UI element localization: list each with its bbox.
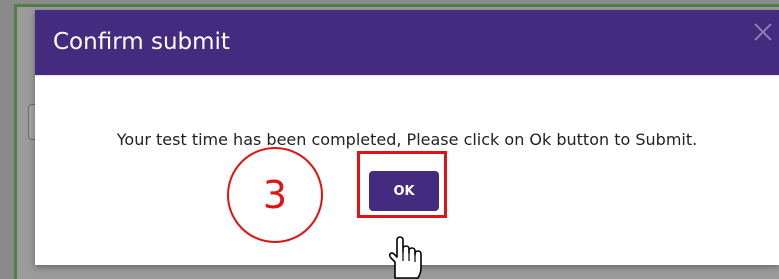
dialog-message: Your test time has been completed, Pleas… bbox=[116, 130, 698, 149]
close-button[interactable] bbox=[747, 12, 779, 52]
dialog-title: Confirm submit bbox=[53, 29, 230, 55]
confirm-submit-dialog: Confirm submit Your test time has been c… bbox=[35, 10, 779, 265]
step-number-annotation: 3 bbox=[227, 147, 323, 243]
close-icon bbox=[754, 23, 772, 41]
ok-button[interactable]: OK bbox=[369, 171, 439, 211]
dialog-header: Confirm submit bbox=[35, 10, 779, 75]
